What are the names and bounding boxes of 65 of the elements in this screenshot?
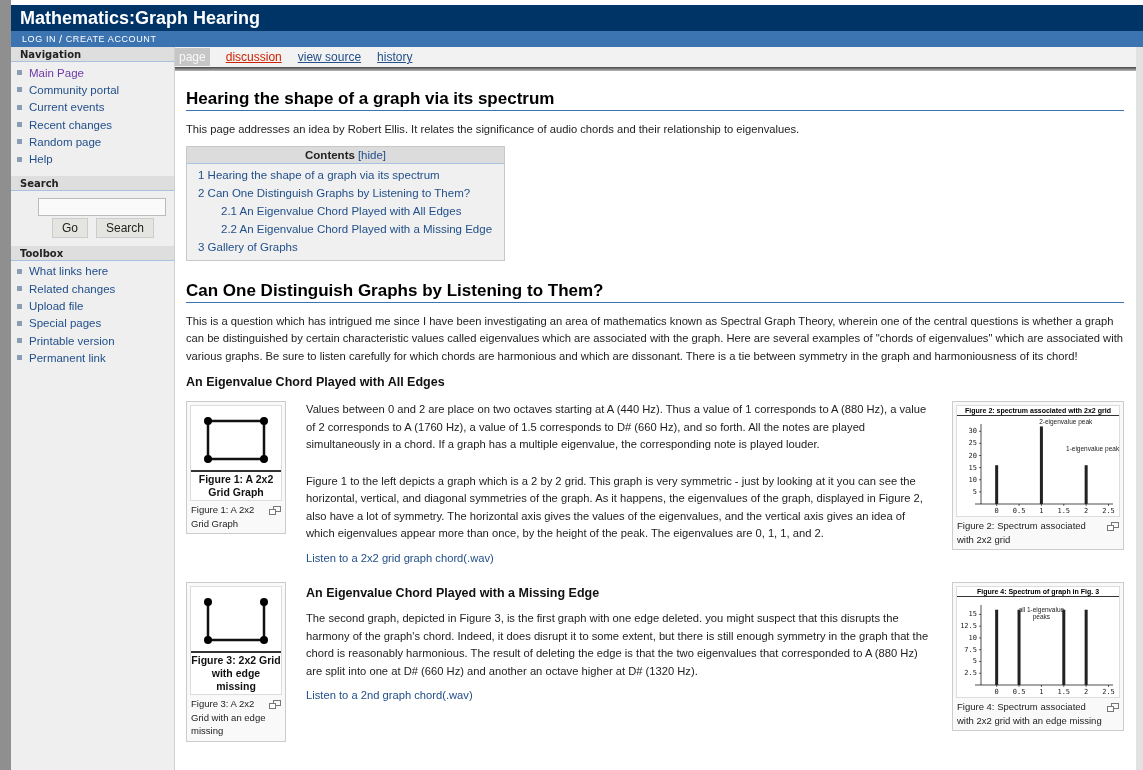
sidebar-link[interactable]: Main Page bbox=[29, 66, 84, 79]
body-paragraph: Values between 0 and 2 are place on two octaves starting at A (440 Hz). Thus a value of 1 corresponds to A (880 Hz), a value of 2 corresponds to A (1760 Hz), a value of 1.5 corresponds to D# (660 Hz), and so forth. All the notes are played simultaneously in a chord. If a graph has a multiple eigenvalue, the corresponding note is played louder. bbox=[306, 402, 928, 452]
audio-link[interactable]: Listen to a 2nd graph chord(.wav) bbox=[306, 689, 473, 701]
search-button[interactable]: Search bbox=[96, 217, 155, 238]
tab[interactable]: view source bbox=[297, 50, 362, 64]
bullet-icon bbox=[17, 122, 22, 128]
search-button[interactable]: Go bbox=[52, 217, 88, 238]
toc-title: Contents bbox=[305, 148, 355, 161]
sidebar-link[interactable]: Random page bbox=[29, 135, 102, 148]
sidebar-link[interactable]: Current events bbox=[29, 101, 105, 114]
bullet-icon bbox=[17, 303, 22, 309]
toc-link[interactable]: 1 Hearing the shape of a graph via its spectrum bbox=[198, 168, 440, 181]
toc-link[interactable]: 2.1 An Eigenvalue Chord Played with All Edges bbox=[221, 204, 462, 217]
bullet-icon bbox=[17, 286, 22, 292]
sidebar-link[interactable]: Permanent link bbox=[29, 351, 106, 364]
figure-caption: Figure 1: A 2x2 Grid Graph bbox=[191, 503, 256, 530]
article-heading: Hearing the shape of a graph via its spectrum bbox=[186, 89, 1124, 111]
toc-link[interactable]: 2.2 An Eigenvalue Chord Played with a Missing Edge bbox=[221, 223, 493, 236]
intro-paragraph: This page addresses an idea by Robert Ellis. It relates the significance of audio chords and their relationship to eigenvalues. bbox=[186, 122, 801, 137]
enlarge-icon[interactable] bbox=[269, 700, 281, 709]
body-paragraph: The second graph, depicted in Figure 3, is the first graph with one edge deleted. you might suspect that this disrupts the harmony of the graph's chord. Indeed, it does disrupt it to some extent, but there is still enough symmetry in the graph that the chord is reasonably harmonious. The result of deleting the edge is that the two eigenvalues that corresponded to A (880 Hz) are split into one at D# (660 Hz) and another an octave higher at D# (1320 Hz). bbox=[306, 611, 930, 679]
toc-link[interactable]: 3 Gallery of Graphs bbox=[198, 241, 298, 254]
sidebar-link[interactable]: Help bbox=[29, 153, 53, 166]
bullet-icon bbox=[17, 87, 22, 93]
subsection-heading: An Eigenvalue Chord Played with a Missing Edge bbox=[306, 586, 601, 600]
sidebar-link[interactable]: What links here bbox=[29, 265, 109, 278]
figure-caption: Figure 3: A 2x2 Grid with an edge missing bbox=[191, 697, 267, 738]
figure-caption: Figure 2: Spectrum associated with 2x2 grid bbox=[957, 519, 1087, 546]
toc-link[interactable]: 2 Can One Distinguish Graphs by Listening to Them? bbox=[198, 186, 471, 199]
create-account-link[interactable]: CREATE ACCOUNT bbox=[65, 34, 157, 44]
bullet-icon bbox=[17, 338, 22, 344]
separator: / bbox=[59, 33, 63, 45]
body-paragraph: Figure 1 to the left depicts a graph which is a 2 by 2 grid. This graph is very symmetric - just by looking at it you can see the horizontal, vertical, and diagonal symmetries of the graph. As it happens, the eigenvalues of the graph, displayed in Figure 2, also have a lot of symmetry. The horizontal axis gives the values of the eigenvalues, and the vertical axis gives an idea of which eigenvalues appear more than once, by the height of the peak. The eigenvalues are 0, 1, 1, and 2. bbox=[306, 473, 924, 541]
image-title: Figure 1: A 2x2 Grid Graph bbox=[191, 470, 281, 500]
bullet-icon bbox=[17, 139, 22, 145]
sidebar-link[interactable]: Related changes bbox=[29, 282, 116, 295]
bullet-icon bbox=[17, 70, 22, 76]
figure-caption: Figure 4: Spectrum associated with 2x2 grid with an edge missing bbox=[957, 700, 1103, 727]
tab[interactable]: discussion bbox=[225, 50, 282, 64]
login-link[interactable]: LOG IN bbox=[22, 34, 57, 44]
sidebar-link[interactable]: Upload file bbox=[29, 300, 84, 312]
sidebar-link[interactable]: Community portal bbox=[29, 83, 120, 96]
sidebar-link[interactable]: Special pages bbox=[29, 317, 102, 330]
tab[interactable]: history bbox=[377, 50, 413, 64]
hide-link[interactable]: [hide] bbox=[357, 148, 386, 161]
bullet-icon bbox=[17, 156, 22, 162]
bullet-icon bbox=[17, 104, 22, 110]
section-heading: Can One Distinguish Graphs by Listening to Them? bbox=[186, 280, 1124, 303]
image-title: Figure 3: 2x2 Grid with edge missing bbox=[191, 651, 281, 694]
portlet-heading: Toolbox bbox=[11, 245, 174, 261]
bullet-icon bbox=[17, 355, 22, 361]
section-paragraph: This is a question which has intrigued me since I have been investigating an area of mathematics known as Spectral Graph Theory, wherein one of the central questions is whether a graph can be distinguished by certain characteristic values called eigenvalues which are associated with the graph. Here are several examples of "chords of eigenvalues" which are associated with various graphs. Be sure to listen carefully for which chords are harmonious and which are dissonant. There is a tie between symmetry in the graph and harmoniousness of its chord! bbox=[186, 313, 1124, 364]
page-title: Mathematics:Graph Hearing bbox=[20, 7, 261, 29]
sidebar-link[interactable]: Recent changes bbox=[29, 118, 113, 131]
enlarge-icon[interactable] bbox=[269, 506, 281, 515]
sidebar-link[interactable]: Printable version bbox=[29, 334, 115, 347]
bullet-icon bbox=[17, 268, 22, 274]
subsection-heading: An Eigenvalue Chord Played with All Edges bbox=[186, 375, 446, 389]
enlarge-icon[interactable] bbox=[1107, 703, 1119, 712]
audio-link[interactable]: Listen to a 2x2 grid graph chord(.wav) bbox=[306, 551, 494, 564]
search-field[interactable] bbox=[38, 197, 166, 216]
portlet-heading: Search bbox=[11, 175, 174, 191]
bullet-icon bbox=[17, 320, 22, 326]
enlarge-icon[interactable] bbox=[1107, 522, 1119, 531]
portlet-heading: Navigation bbox=[11, 47, 174, 62]
